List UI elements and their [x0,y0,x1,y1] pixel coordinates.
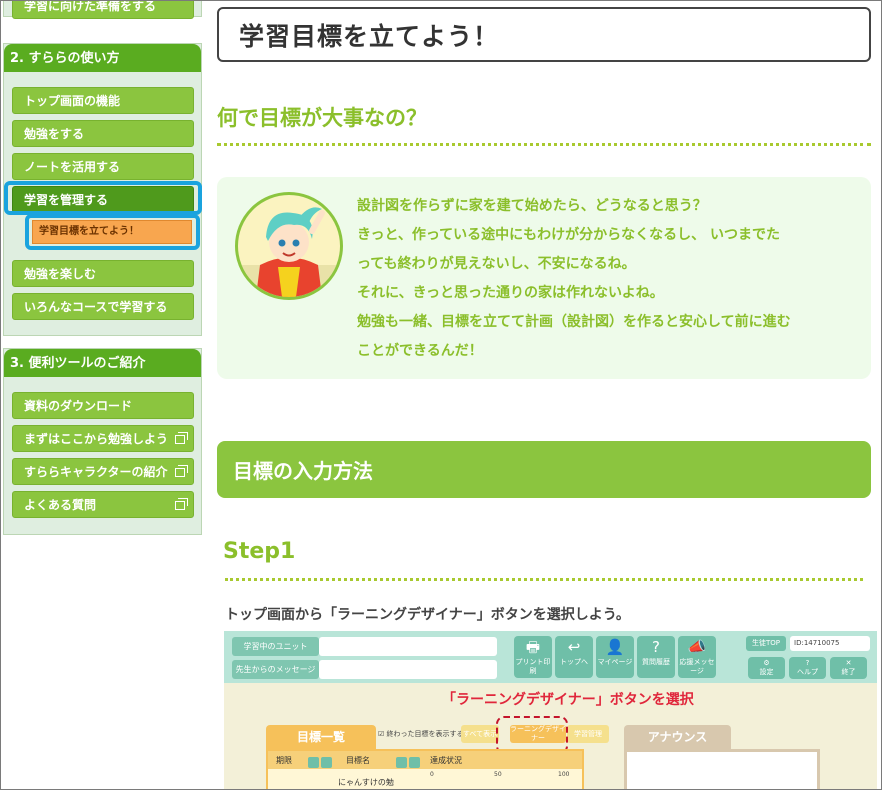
sidebar-prev-block: 学習に向けた準備をする [3,0,202,19]
megaphone-icon: 📣 [687,638,707,656]
student-top-label: 生徒TOP [746,636,786,651]
method-heading-band: 目標の入力方法 [217,441,871,498]
sidebar-item-label: いろんなコースで学習する [24,300,168,314]
goal-table-header: 期限 目標名 達成状況 [268,751,582,769]
history-button: 学習管理 [567,725,609,743]
sidebar-item-start-here[interactable]: まずはここから勉強しよう [12,425,194,452]
sidebar-item-label: すららキャラクターの紹介 [24,465,168,479]
announce-box [624,749,820,789]
message-label: 先生からのメッセージ [232,660,319,679]
sidebar-item-label: ノートを活用する [24,160,121,174]
speech-box: 設計図を作らずに家を建て始めたら、どうなると思う？ きっと、作っている途中にもわ… [217,177,871,379]
dotted-divider [217,143,871,146]
sidebar-item-top-screen[interactable]: トップ画面の機能 [12,87,194,114]
section-heading: 3. 便利ツールのご紹介 [4,349,201,377]
return-icon: ↩ [567,638,581,656]
sidebar-item-label: 学習に向けた準備をする [24,0,157,13]
tick-label: 0 [430,771,434,778]
speech-line: それに、きっと思った通りの家は作れないよね。 [357,285,664,301]
external-window-icon [175,465,188,477]
sidebar-item-label: よくある質問 [24,498,97,512]
cheer-message-button: 📣 応援メッセージ [678,636,716,678]
method-heading: 目標の入力方法 [233,459,373,483]
exit-button: ✕ 終了 [830,657,867,679]
show-all-button: すべて表示 [461,725,499,743]
external-window-icon [175,498,188,510]
step-heading: Step1 [223,539,296,564]
sidebar-item-courses[interactable]: いろんなコースで学習する [12,293,194,320]
example-screenshot: 学習中のユニット 先生からのメッセージ 🖶 プリント印刷 ↩ トップへ 👤 マイページ… [224,631,877,789]
goal-list-tab: 目標一覧 [266,725,376,749]
sidebar-item-study[interactable]: 勉強をする [12,120,194,147]
student-id: ID:14710075 [790,636,870,651]
sort-arrows-icon [308,753,334,768]
sidebar-item-label: まずはここから勉強しよう [24,432,169,446]
sidebar: 学習に向けた準備をする 2. すららの使い方 トップ画面の機能 勉強をする ノー… [3,1,202,535]
button-label: マイページ [597,658,633,666]
button-label: プリント印刷 [515,658,551,675]
sidebar-item-label: 勉強をする [24,127,85,141]
speech-line: っても終わりが見えないし、不安になるね。 [357,256,636,272]
help-button: ? ヘルプ [789,657,826,679]
button-label: トップへ [560,658,588,666]
speech-line: ことができるんだ！ [357,343,483,359]
button-label: 質問履歴 [642,658,670,666]
speech-line: 設計図を作らずに家を建て始めたら、どうなると思う？ [357,198,707,214]
character-avatar-icon [235,192,343,300]
step-description: トップ画面から「ラーニングデザイナー」ボタンを選択しよう。 [225,607,630,623]
highlight-frame [4,181,202,215]
button-label: 応援メッセージ [679,658,715,675]
button-label: 終了 [841,668,856,676]
goal-table: 期限 目標名 達成状況 0 50 100 にゃんすけの勉 [266,749,584,789]
sidebar-item-download[interactable]: 資料のダウンロード [12,392,194,419]
goal-row-name: にゃんすけの勉 [338,778,394,787]
sidebar-item-faq[interactable]: よくある質問 [12,491,194,518]
sidebar-item-enjoy[interactable]: 勉強を楽しむ [12,260,194,287]
question-history-button: ? 質問履歴 [637,636,675,678]
sidebar-item-characters[interactable]: すららキャラクターの紹介 [12,458,194,485]
print-icon: 🖶 [525,638,541,656]
announce-tab: アナウンス [624,725,731,749]
page-title-box: 学習目標を立てよう！ [217,7,871,62]
speech-line: 勉強も一緒、目標を立てて計画（設計図）を作ると安心して前に進む [357,314,791,330]
page-title: 学習目標を立てよう！ [239,22,500,51]
show-finished-checkbox: ☑ 終わった目標を表示する [378,730,464,738]
tick-label: 50 [494,771,502,778]
checkbox-label: 終わった目標を表示する [386,730,464,738]
sidebar-item-label: 資料のダウンロード [24,399,133,413]
button-label: ヘルプ [797,668,818,676]
speech-line: きっと、作っている途中にもわけが分からなくなるし、 いつまでた [357,227,781,243]
sort-arrows-icon [396,753,422,768]
screenshot-toolbar: 学習中のユニット 先生からのメッセージ 🖶 プリント印刷 ↩ トップへ 👤 マイページ… [224,631,877,683]
unit-field [319,637,497,656]
speech-text: 設計図を作らずに家を建て始めたら、どうなると思う？ きっと、作っている途中にもわ… [357,192,857,366]
sidebar-item-prep[interactable]: 学習に向けた準備をする [12,0,194,19]
tick-label: 100 [558,771,570,778]
sidebar-item-notes[interactable]: ノートを活用する [12,153,194,180]
unit-label: 学習中のユニット [232,637,319,656]
sidebar-item-label: トップ画面の機能 [24,94,121,108]
external-window-icon [175,432,188,444]
mypage-button: 👤 マイページ [596,636,634,678]
why-heading: 何で目標が大事なの？ [217,106,427,130]
message-field [319,660,497,679]
print-button: 🖶 プリント印刷 [514,636,552,678]
page-frame: 学習に向けた準備をする 2. すららの使い方 トップ画面の機能 勉強をする ノー… [0,0,882,790]
callout-text: 「ラーニングデザイナー」ボタンを選択 [442,692,694,708]
sidebar-item-label: 勉強を楽しむ [24,267,97,281]
person-icon: 👤 [605,638,625,656]
button-label: 設定 [759,668,774,676]
dotted-divider [225,578,863,581]
col-status: 達成状況 [430,756,462,765]
sidebar-subitem-goal[interactable]: 学習目標を立てよう！ [32,220,192,244]
question-icon: ? [652,638,660,656]
sidebar-section-3: 3. 便利ツールのご紹介 資料のダウンロード まずはここから勉強しよう すららキ… [3,348,202,535]
col-goal: 目標名 [346,756,370,765]
settings-button: ⚙ 設定 [748,657,785,679]
col-period: 期限 [276,756,292,765]
top-button: ↩ トップへ [555,636,593,678]
section-heading: 2. すららの使い方 [4,44,201,72]
